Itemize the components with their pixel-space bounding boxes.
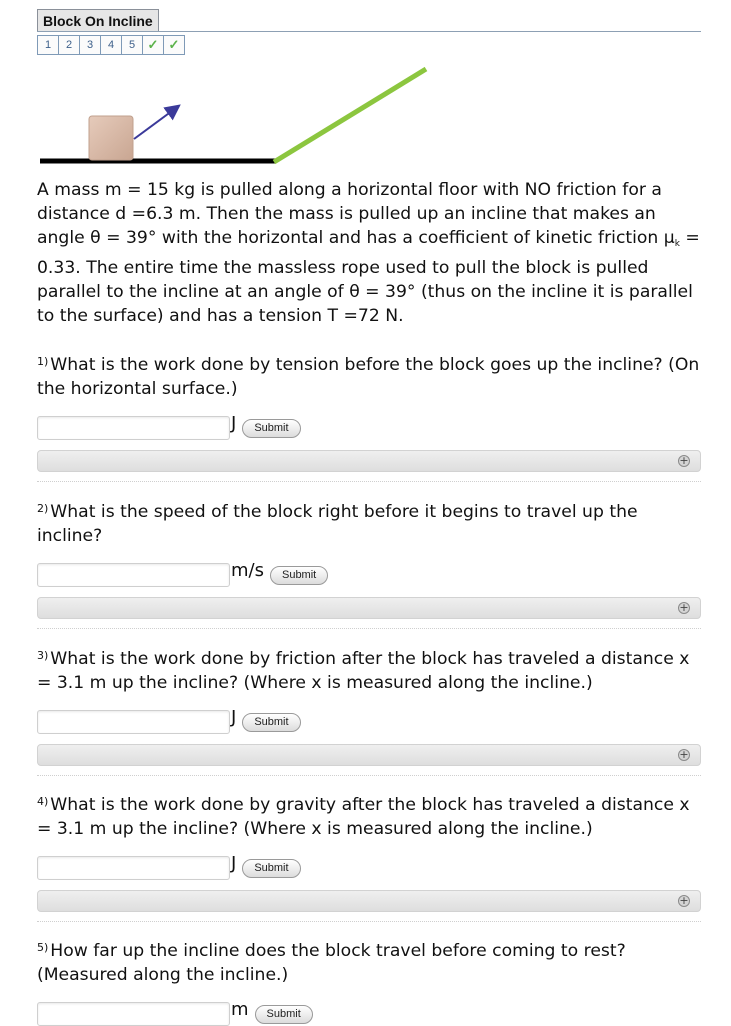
hint-expander-3[interactable]: +	[37, 744, 701, 766]
question-text: What is the work done by gravity after t…	[37, 795, 690, 839]
question-text: How far up the incline does the block tr…	[37, 941, 626, 985]
plus-circle-icon[interactable]: +	[678, 602, 690, 614]
question-5: 5) How far up the incline does the block …	[37, 936, 705, 1026]
question-1: 1) What is the work done by tension befor…	[37, 350, 705, 482]
question-text: What is the work done by friction after …	[37, 649, 690, 693]
parts-nav: 1 2 3 4 5 ✓ ✓	[37, 35, 185, 55]
divider	[37, 481, 701, 482]
question-4: 4) What is the work done by gravity after…	[37, 790, 705, 922]
part-tab-2[interactable]: 2	[58, 35, 80, 55]
part-tab-7-completed-checkmark-icon[interactable]: ✓	[163, 35, 185, 55]
divider	[37, 628, 701, 629]
assignment-title-tab: Block On Incline	[37, 9, 159, 31]
question-2: 2) What is the speed of the block right b…	[37, 497, 705, 629]
incline-line	[272, 66, 428, 165]
problem-text-1: A mass m = 15 kg is pulled along a horiz…	[37, 180, 675, 248]
unit-label: J	[231, 853, 237, 874]
answer-input-5[interactable]	[37, 1002, 230, 1026]
divider	[37, 921, 701, 922]
incline-diagram	[40, 66, 428, 165]
submit-button-1[interactable]: Submit	[242, 418, 301, 438]
unit-label: m	[231, 999, 249, 1020]
answer-input-4[interactable]	[37, 856, 230, 880]
plus-circle-icon[interactable]: +	[678, 895, 690, 907]
unit-label: J	[231, 413, 237, 434]
unit-label: J	[231, 707, 237, 728]
submit-button-2[interactable]: Submit	[269, 565, 329, 585]
tension-arrow-icon	[133, 104, 181, 140]
problem-statement: A mass m = 15 kg is pulled along a horiz…	[37, 178, 705, 328]
answer-input-3[interactable]	[37, 710, 230, 734]
question-text: What is the speed of the block right bef…	[37, 502, 638, 546]
question-number: 5)	[37, 941, 49, 954]
answer-input-2[interactable]	[37, 563, 230, 587]
plus-circle-icon[interactable]: +	[678, 455, 690, 467]
plus-circle-icon[interactable]: +	[678, 749, 690, 761]
hint-expander-2[interactable]: +	[37, 597, 701, 619]
divider	[37, 775, 701, 776]
answer-input-1[interactable]	[37, 416, 230, 440]
part-tab-1[interactable]: 1	[37, 35, 59, 55]
part-tab-6-completed-checkmark-icon[interactable]: ✓	[142, 35, 164, 55]
part-tab-4[interactable]: 4	[100, 35, 122, 55]
submit-button-4[interactable]: Submit	[242, 858, 301, 878]
question-text: What is the work done by tension before …	[37, 355, 700, 399]
submit-button-5[interactable]: Submit	[254, 1004, 313, 1024]
part-tab-5[interactable]: 5	[121, 35, 143, 55]
question-number: 3)	[37, 649, 49, 662]
question-number: 1)	[37, 355, 49, 368]
hint-expander-4[interactable]: +	[37, 890, 701, 912]
header-divider	[37, 31, 701, 32]
question-number: 2)	[37, 502, 49, 515]
part-tab-3[interactable]: 3	[79, 35, 101, 55]
block	[88, 115, 134, 161]
hint-expander-1[interactable]: +	[37, 450, 701, 472]
question-3: 3) What is the work done by friction afte…	[37, 644, 705, 776]
submit-button-3[interactable]: Submit	[242, 712, 301, 732]
question-number: 4)	[37, 795, 49, 808]
unit-label: m/s	[231, 560, 264, 581]
